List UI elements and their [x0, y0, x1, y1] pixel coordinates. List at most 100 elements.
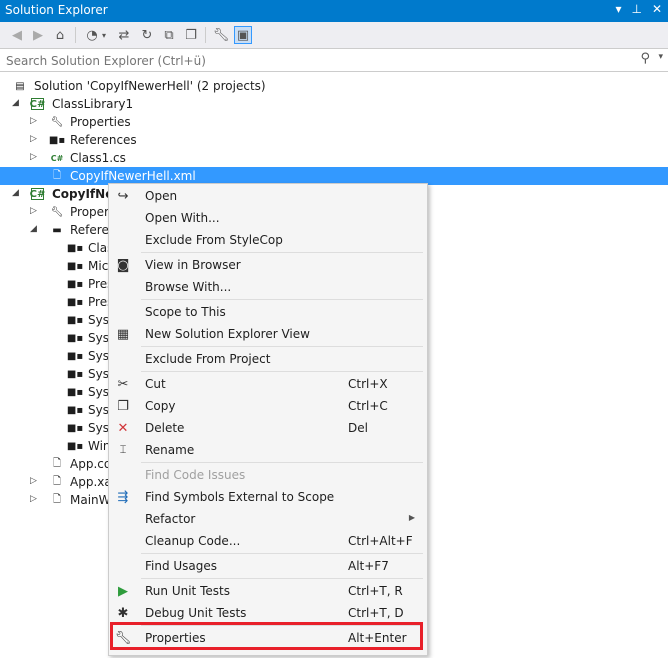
- tree-item-label: References: [70, 133, 137, 147]
- new-view-icon: ▦: [116, 326, 130, 342]
- tree-item-label: Mic: [88, 259, 109, 273]
- search-icon[interactable]: ⚲: [640, 51, 650, 66]
- menu-item-scope-to-this[interactable]: Scope to This: [109, 301, 427, 323]
- highlight-box: [110, 622, 423, 650]
- tree-item-label: CopyIfNewerHell.xml: [70, 169, 196, 183]
- menu-item-label: View in Browser: [145, 258, 241, 272]
- collapsed-arrow-icon[interactable]: ▷: [30, 152, 40, 162]
- tree-item-solution[interactable]: ▤ Solution 'CopyIfNewerHell' (2 projects…: [0, 77, 668, 95]
- toolbar: ◀ ▶ ⌂ ◔ ▾ ⇄ ↻ ⧉ ❐ 🔧︎ ▣: [0, 22, 668, 49]
- reference-icon: ■▪: [66, 440, 84, 452]
- collapse-icon[interactable]: ⧉: [160, 26, 178, 44]
- reference-icon: ■▪: [66, 386, 84, 398]
- menu-item-shortcut: Ctrl+Alt+F: [348, 534, 413, 548]
- menu-item-refactor[interactable]: Refactor ▶: [109, 508, 427, 530]
- collapsed-arrow-icon[interactable]: ▷: [30, 134, 40, 144]
- menu-item-label: Cleanup Code...: [145, 534, 241, 548]
- context-menu: ↪ Open Open With... Exclude From StyleCo…: [108, 183, 428, 656]
- collapsed-arrow-icon[interactable]: ▷: [30, 206, 40, 216]
- refresh-icon[interactable]: ↻: [138, 26, 156, 44]
- menu-item-shortcut: Ctrl+T, R: [348, 584, 403, 598]
- collapsed-arrow-icon[interactable]: ▷: [30, 116, 40, 126]
- menu-separator: [141, 553, 423, 554]
- home-icon[interactable]: ⌂: [51, 26, 69, 44]
- menu-item-debug-unit-tests[interactable]: ✱ Debug Unit Tests Ctrl+T, D: [109, 602, 427, 624]
- tree-item-label: MainW: [70, 493, 111, 507]
- menu-item-run-unit-tests[interactable]: ▶ Run Unit Tests Ctrl+T, R: [109, 580, 427, 602]
- close-icon[interactable]: ✕: [652, 2, 662, 16]
- open-icon: ↪: [117, 188, 129, 204]
- title-bar: Solution Explorer ▾ ⊥ ✕: [0, 0, 668, 22]
- menu-item-shortcut: Ctrl+T, D: [348, 606, 404, 620]
- cut-icon: ✂: [117, 376, 129, 392]
- menu-separator: [141, 299, 423, 300]
- tree-item-label: App.xa: [70, 475, 112, 489]
- search-input[interactable]: [4, 51, 628, 70]
- dropdown-icon[interactable]: ▾: [615, 2, 621, 16]
- menu-item-label: Find Usages: [145, 559, 218, 573]
- menu-item-shortcut: Alt+F7: [348, 559, 389, 573]
- folder-icon: ▬: [52, 224, 62, 236]
- delete-icon: ✕: [117, 420, 129, 436]
- menu-item-cut[interactable]: ✂ Cut Ctrl+X: [109, 373, 427, 395]
- menu-item-exclude-stylecop[interactable]: Exclude From StyleCop: [109, 229, 427, 251]
- solution-icon: ▤: [15, 80, 25, 92]
- menu-item-rename[interactable]: ⌶ Rename: [109, 439, 427, 461]
- menu-item-label: Debug Unit Tests: [145, 606, 247, 620]
- tree-item-class1[interactable]: ▷ C# Class1.cs: [0, 149, 668, 167]
- menu-item-label: Delete: [145, 421, 185, 435]
- tree-item-label: App.co: [70, 457, 112, 471]
- menu-item-open-with[interactable]: Open With...: [109, 207, 427, 229]
- tree-item-references[interactable]: ▷ ■▪ References: [0, 131, 668, 149]
- sync-icon[interactable]: ⇄: [115, 26, 133, 44]
- menu-item-exclude-project[interactable]: Exclude From Project: [109, 348, 427, 370]
- collapsed-arrow-icon[interactable]: ▷: [30, 494, 40, 504]
- rename-icon: ⌶: [119, 443, 127, 456]
- menu-item-label: New Solution Explorer View: [145, 327, 310, 341]
- tree-item-properties[interactable]: ▷ 🔧︎ Properties: [0, 113, 668, 131]
- menu-item-label: Cut: [145, 377, 166, 391]
- reference-icon: ■▪: [66, 332, 84, 344]
- menu-item-new-solution-view[interactable]: ▦ New Solution Explorer View: [109, 323, 427, 345]
- config-file-icon: 🗋︎: [52, 457, 62, 469]
- pin-icon[interactable]: ⊥: [631, 2, 641, 16]
- chevron-down-icon[interactable]: ▾: [99, 26, 109, 44]
- wrench-icon: 🔧︎: [50, 116, 64, 128]
- csharp-file-icon: C#: [50, 153, 64, 163]
- tree-item-label: Properties: [70, 115, 131, 129]
- menu-item-find-usages[interactable]: Find Usages Alt+F7: [109, 555, 427, 577]
- menu-item-view-in-browser[interactable]: ◙ View in Browser: [109, 254, 427, 276]
- menu-item-browse-with[interactable]: Browse With...: [109, 276, 427, 298]
- menu-item-cleanup-code[interactable]: Cleanup Code... Ctrl+Alt+F: [109, 530, 427, 552]
- menu-item-find-code-issues: Find Code Issues: [109, 464, 427, 486]
- expanded-arrow-icon[interactable]: ◢: [12, 98, 22, 108]
- menu-item-find-symbols[interactable]: ⇶ Find Symbols External to Scope: [109, 486, 427, 508]
- menu-separator: [141, 346, 423, 347]
- reference-icon: ■▪: [66, 260, 84, 272]
- back-icon[interactable]: ◀: [8, 26, 26, 44]
- run-icon: ▶: [118, 583, 128, 599]
- menu-separator: [141, 371, 423, 372]
- menu-separator: [141, 578, 423, 579]
- reference-icon: ■▪: [66, 368, 84, 380]
- menu-item-label: Scope to This: [145, 305, 226, 319]
- preview-icon[interactable]: ▣: [234, 26, 252, 44]
- reference-icon: ■▪: [66, 350, 84, 362]
- browser-icon: ◙: [116, 257, 130, 273]
- tree-item-project[interactable]: ◢ C# ClassLibrary1: [0, 95, 668, 113]
- menu-item-delete[interactable]: ✕ Delete Del: [109, 417, 427, 439]
- menu-item-copy[interactable]: ❐ Copy Ctrl+C: [109, 395, 427, 417]
- menu-item-label: Copy: [145, 399, 176, 413]
- wrench-icon[interactable]: 🔧︎: [212, 26, 230, 44]
- collapsed-arrow-icon[interactable]: ▷: [30, 476, 40, 486]
- reference-icon: ■▪: [66, 242, 84, 254]
- menu-item-open[interactable]: ↪ Open: [109, 185, 427, 207]
- csharp-project-icon: C#: [29, 98, 46, 110]
- copy-icon[interactable]: ❐: [182, 26, 200, 44]
- expanded-arrow-icon[interactable]: ◢: [12, 188, 22, 198]
- expanded-arrow-icon[interactable]: ◢: [30, 224, 40, 234]
- search-options-icon[interactable]: ▾: [658, 52, 663, 62]
- forward-icon[interactable]: ▶: [29, 26, 47, 44]
- tree-item-label: Class1.cs: [70, 151, 126, 165]
- menu-item-label: Open: [145, 189, 178, 203]
